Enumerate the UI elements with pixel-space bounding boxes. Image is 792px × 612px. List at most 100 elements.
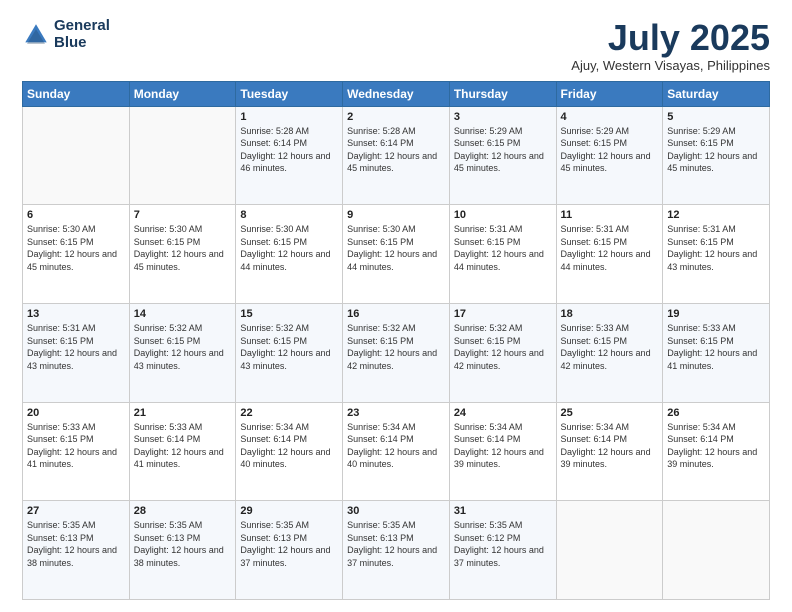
day-info: Sunrise: 5:35 AM Sunset: 6:12 PM Dayligh… [454,519,552,569]
day-info: Sunrise: 5:31 AM Sunset: 6:15 PM Dayligh… [27,322,125,372]
day-number: 28 [134,505,232,517]
day-info: Sunrise: 5:34 AM Sunset: 6:14 PM Dayligh… [667,421,765,471]
day-number: 14 [134,308,232,320]
day-number: 31 [454,505,552,517]
calendar-cell: 7 Sunrise: 5:30 AM Sunset: 6:15 PM Daylig… [129,205,236,304]
day-info: Sunrise: 5:30 AM Sunset: 6:15 PM Dayligh… [134,223,232,273]
day-info: Sunrise: 5:32 AM Sunset: 6:15 PM Dayligh… [134,322,232,372]
day-info: Sunrise: 5:32 AM Sunset: 6:15 PM Dayligh… [347,322,445,372]
calendar-cell: 1 Sunrise: 5:28 AM Sunset: 6:14 PM Daylig… [236,106,343,205]
logo-icon [22,21,50,49]
day-info: Sunrise: 5:35 AM Sunset: 6:13 PM Dayligh… [134,519,232,569]
day-number: 9 [347,209,445,221]
day-info: Sunrise: 5:31 AM Sunset: 6:15 PM Dayligh… [454,223,552,273]
calendar-cell: 11Sunrise: 5:31 AM Sunset: 6:15 PM Dayli… [556,205,663,304]
day-info: Sunrise: 5:34 AM Sunset: 6:14 PM Dayligh… [240,421,338,471]
weekday-header-friday: Friday [556,81,663,106]
calendar-week-row: 27 Sunrise: 5:35 AM Sunset: 6:13 PM Dayli… [23,501,770,600]
weekday-header-thursday: Thursday [449,81,556,106]
calendar-cell: 17 Sunrise: 5:32 AM Sunset: 6:15 PM Dayli… [449,303,556,402]
calendar-cell [23,106,130,205]
weekday-header-monday: Monday [129,81,236,106]
calendar-cell: 9 Sunrise: 5:30 AM Sunset: 6:15 PM Daylig… [343,205,450,304]
day-info: Sunrise: 5:34 AM Sunset: 6:14 PM Dayligh… [561,421,659,471]
calendar-cell: 31 Sunrise: 5:35 AM Sunset: 6:12 PM Dayli… [449,501,556,600]
day-number: 22 [240,407,338,419]
calendar-week-row: 13 Sunrise: 5:31 AM Sunset: 6:15 PM Dayli… [23,303,770,402]
calendar-cell: 5 Sunrise: 5:29 AM Sunset: 6:15 PM Daylig… [663,106,770,205]
day-number: 8 [240,209,338,221]
calendar-header: SundayMondayTuesdayWednesdayThursdayFrid… [23,81,770,106]
day-info: Sunrise: 5:30 AM Sunset: 6:15 PM Dayligh… [347,223,445,273]
day-number: 17 [454,308,552,320]
weekday-header-tuesday: Tuesday [236,81,343,106]
calendar-cell: 3Sunrise: 5:29 AM Sunset: 6:15 PM Daylig… [449,106,556,205]
calendar-cell: 19Sunrise: 5:33 AM Sunset: 6:15 PM Dayli… [663,303,770,402]
weekday-header-sunday: Sunday [23,81,130,106]
calendar-cell [663,501,770,600]
calendar-cell: 20 Sunrise: 5:33 AM Sunset: 6:15 PM Dayli… [23,402,130,501]
calendar-week-row: 20 Sunrise: 5:33 AM Sunset: 6:15 PM Dayli… [23,402,770,501]
calendar-cell: 21Sunrise: 5:33 AM Sunset: 6:14 PM Dayli… [129,402,236,501]
calendar-cell: 2 Sunrise: 5:28 AM Sunset: 6:14 PM Daylig… [343,106,450,205]
day-info: Sunrise: 5:29 AM Sunset: 6:15 PM Dayligh… [667,125,765,175]
day-info: Sunrise: 5:33 AM Sunset: 6:14 PM Dayligh… [134,421,232,471]
title-block: July 2025 Ajuy, Western Visayas, Philipp… [571,18,770,73]
day-number: 20 [27,407,125,419]
calendar-week-row: 1 Sunrise: 5:28 AM Sunset: 6:14 PM Daylig… [23,106,770,205]
logo: General Blue [22,18,110,51]
day-number: 3 [454,111,552,123]
day-info: Sunrise: 5:32 AM Sunset: 6:15 PM Dayligh… [454,322,552,372]
day-info: Sunrise: 5:34 AM Sunset: 6:14 PM Dayligh… [347,421,445,471]
header: General Blue July 2025 Ajuy, Western Vis… [22,18,770,73]
day-info: Sunrise: 5:31 AM Sunset: 6:15 PM Dayligh… [667,223,765,273]
day-info: Sunrise: 5:35 AM Sunset: 6:13 PM Dayligh… [347,519,445,569]
day-info: Sunrise: 5:35 AM Sunset: 6:13 PM Dayligh… [27,519,125,569]
day-number: 7 [134,209,232,221]
day-number: 4 [561,111,659,123]
day-info: Sunrise: 5:32 AM Sunset: 6:15 PM Dayligh… [240,322,338,372]
calendar-cell: 29Sunrise: 5:35 AM Sunset: 6:13 PM Dayli… [236,501,343,600]
location-subtitle: Ajuy, Western Visayas, Philippines [571,58,770,73]
day-info: Sunrise: 5:28 AM Sunset: 6:14 PM Dayligh… [347,125,445,175]
day-number: 5 [667,111,765,123]
day-number: 13 [27,308,125,320]
day-number: 15 [240,308,338,320]
logo-text: General Blue [54,18,110,51]
day-number: 12 [667,209,765,221]
weekday-header-saturday: Saturday [663,81,770,106]
calendar-cell: 15 Sunrise: 5:32 AM Sunset: 6:15 PM Dayli… [236,303,343,402]
day-number: 2 [347,111,445,123]
calendar-cell [129,106,236,205]
day-number: 29 [240,505,338,517]
calendar-cell: 18 Sunrise: 5:33 AM Sunset: 6:15 PM Dayli… [556,303,663,402]
calendar-cell: 4Sunrise: 5:29 AM Sunset: 6:15 PM Daylig… [556,106,663,205]
calendar-cell: 14 Sunrise: 5:32 AM Sunset: 6:15 PM Dayli… [129,303,236,402]
calendar-cell: 25Sunrise: 5:34 AM Sunset: 6:14 PM Dayli… [556,402,663,501]
calendar-cell: 30Sunrise: 5:35 AM Sunset: 6:13 PM Dayli… [343,501,450,600]
weekday-header-wednesday: Wednesday [343,81,450,106]
day-info: Sunrise: 5:33 AM Sunset: 6:15 PM Dayligh… [667,322,765,372]
day-info: Sunrise: 5:34 AM Sunset: 6:14 PM Dayligh… [454,421,552,471]
weekday-header-row: SundayMondayTuesdayWednesdayThursdayFrid… [23,81,770,106]
calendar-cell: 8Sunrise: 5:30 AM Sunset: 6:15 PM Daylig… [236,205,343,304]
day-info: Sunrise: 5:33 AM Sunset: 6:15 PM Dayligh… [27,421,125,471]
day-number: 1 [240,111,338,123]
calendar-cell: 6 Sunrise: 5:30 AM Sunset: 6:15 PM Daylig… [23,205,130,304]
day-number: 10 [454,209,552,221]
day-number: 11 [561,209,659,221]
calendar-cell: 28 Sunrise: 5:35 AM Sunset: 6:13 PM Dayli… [129,501,236,600]
calendar-cell: 23 Sunrise: 5:34 AM Sunset: 6:14 PM Dayli… [343,402,450,501]
day-number: 16 [347,308,445,320]
day-info: Sunrise: 5:30 AM Sunset: 6:15 PM Dayligh… [27,223,125,273]
day-number: 23 [347,407,445,419]
day-info: Sunrise: 5:33 AM Sunset: 6:15 PM Dayligh… [561,322,659,372]
day-info: Sunrise: 5:28 AM Sunset: 6:14 PM Dayligh… [240,125,338,175]
calendar-table: SundayMondayTuesdayWednesdayThursdayFrid… [22,81,770,600]
calendar-cell: 24Sunrise: 5:34 AM Sunset: 6:14 PM Dayli… [449,402,556,501]
calendar-cell: 22 Sunrise: 5:34 AM Sunset: 6:14 PM Dayli… [236,402,343,501]
day-number: 18 [561,308,659,320]
day-number: 6 [27,209,125,221]
day-number: 27 [27,505,125,517]
page: General Blue July 2025 Ajuy, Western Vis… [0,0,792,612]
